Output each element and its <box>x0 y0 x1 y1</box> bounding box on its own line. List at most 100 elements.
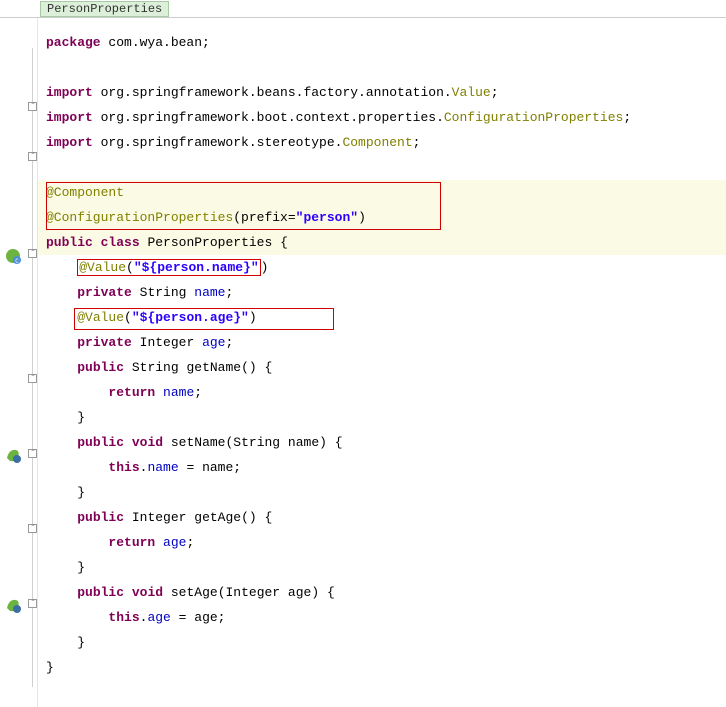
keyword: private <box>77 285 132 300</box>
brace: { <box>319 585 335 600</box>
import-class: ConfigurationProperties <box>444 110 623 125</box>
code-line[interactable]: public void setName(String name) { <box>38 430 726 455</box>
code-line[interactable]: @ConfigurationProperties(prefix="person"… <box>38 205 726 230</box>
fold-toggle-icon[interactable] <box>28 102 37 111</box>
import-path: org.springframework.boot.context.propert… <box>93 110 444 125</box>
semicolon: ; <box>491 85 499 100</box>
breadcrumb-bar: PersonProperties <box>0 0 726 18</box>
code-line[interactable]: return age; <box>38 530 726 555</box>
keyword: void <box>132 435 163 450</box>
brace: { <box>327 435 343 450</box>
spring-bean-icon <box>4 446 22 464</box>
gutter: C <box>0 18 38 707</box>
svg-text:C: C <box>15 258 19 265</box>
code-area[interactable]: package com.wya.bean; import org.springf… <box>38 18 726 707</box>
keyword: public <box>77 585 124 600</box>
code-line[interactable]: import org.springframework.stereotype.Co… <box>38 130 726 155</box>
keyword: public <box>77 360 124 375</box>
method-name: getName <box>186 360 241 375</box>
type: String <box>132 360 179 375</box>
code-line[interactable]: private String name; <box>38 280 726 305</box>
paren: ( <box>126 260 134 275</box>
field: age <box>163 535 186 550</box>
spring-bean-icon <box>4 596 22 614</box>
param: name <box>288 435 319 450</box>
type: Integer <box>132 510 187 525</box>
equals: = <box>179 460 202 475</box>
keyword: this <box>108 610 139 625</box>
code-line[interactable]: this.age = age; <box>38 605 726 630</box>
fold-toggle-icon[interactable] <box>28 524 37 533</box>
fold-toggle-icon[interactable] <box>28 599 37 608</box>
keyword: return <box>108 535 155 550</box>
field: age <box>147 610 170 625</box>
code-line[interactable]: } <box>38 405 726 430</box>
code-line[interactable]: @Component <box>38 180 726 205</box>
code-line[interactable]: this.name = name; <box>38 455 726 480</box>
code-line[interactable] <box>38 155 726 180</box>
keyword: import <box>46 135 93 150</box>
brace: { <box>257 360 273 375</box>
breadcrumb-item[interactable]: PersonProperties <box>40 1 169 17</box>
code-line[interactable]: import org.springframework.boot.context.… <box>38 105 726 130</box>
code-line[interactable]: } <box>38 555 726 580</box>
field: age <box>202 335 225 350</box>
param: age <box>194 610 217 625</box>
method-name: getAge <box>194 510 241 525</box>
code-line[interactable] <box>38 55 726 80</box>
string-literal: "${person.age}" <box>132 310 249 325</box>
code-line[interactable]: @Value("${person.name}") <box>38 255 726 280</box>
brace: } <box>77 560 85 575</box>
keyword: class <box>101 235 140 250</box>
import-class: Value <box>452 85 491 100</box>
code-line[interactable]: public String getName() { <box>38 355 726 380</box>
class-name: PersonProperties <box>147 235 272 250</box>
fold-toggle-icon[interactable] <box>28 449 37 458</box>
code-line[interactable]: } <box>38 630 726 655</box>
semicolon: ; <box>218 610 226 625</box>
type: Integer <box>140 335 195 350</box>
fold-toggle-icon[interactable] <box>28 249 37 258</box>
keyword: import <box>46 85 93 100</box>
fold-toggle-icon[interactable] <box>28 152 37 161</box>
keyword: package <box>46 35 101 50</box>
import-class: Component <box>342 135 412 150</box>
keyword: public <box>77 435 124 450</box>
annotation: @ConfigurationProperties <box>46 210 233 225</box>
fold-toggle-icon[interactable] <box>28 374 37 383</box>
keyword: this <box>108 460 139 475</box>
keyword: public <box>77 510 124 525</box>
semicolon: ; <box>233 460 241 475</box>
param: age <box>288 585 311 600</box>
brace: } <box>77 410 85 425</box>
equals: = <box>171 610 194 625</box>
keyword: private <box>77 335 132 350</box>
code-line[interactable]: } <box>38 655 726 680</box>
spring-component-icon: C <box>4 247 22 265</box>
paren: ) <box>358 210 366 225</box>
editor: C package com.wya.bean; import org.sprin… <box>0 18 726 707</box>
code-line[interactable]: package com.wya.bean; <box>38 30 726 55</box>
code-line[interactable]: private Integer age; <box>38 330 726 355</box>
keyword: import <box>46 110 93 125</box>
code-line[interactable]: import org.springframework.beans.factory… <box>38 80 726 105</box>
brace: } <box>46 660 54 675</box>
semicolon: ; <box>623 110 631 125</box>
brace: { <box>272 235 288 250</box>
keyword: return <box>108 385 155 400</box>
brace: } <box>77 635 85 650</box>
field: name <box>147 460 178 475</box>
code-line[interactable]: } <box>38 480 726 505</box>
code-line[interactable]: return name; <box>38 380 726 405</box>
code-line[interactable]: public class PersonProperties { <box>38 230 726 255</box>
field: name <box>163 385 194 400</box>
code-line[interactable]: @Value("${person.age}") <box>38 305 726 330</box>
code-line[interactable]: public void setAge(Integer age) { <box>38 580 726 605</box>
package-name: com.wya.bean; <box>101 35 210 50</box>
annotation: @Value <box>79 260 126 275</box>
string-literal: "person" <box>296 210 358 225</box>
param: name <box>202 460 233 475</box>
annotation: @Component <box>46 185 124 200</box>
code-line[interactable]: public Integer getAge() { <box>38 505 726 530</box>
paren: (prefix= <box>233 210 295 225</box>
